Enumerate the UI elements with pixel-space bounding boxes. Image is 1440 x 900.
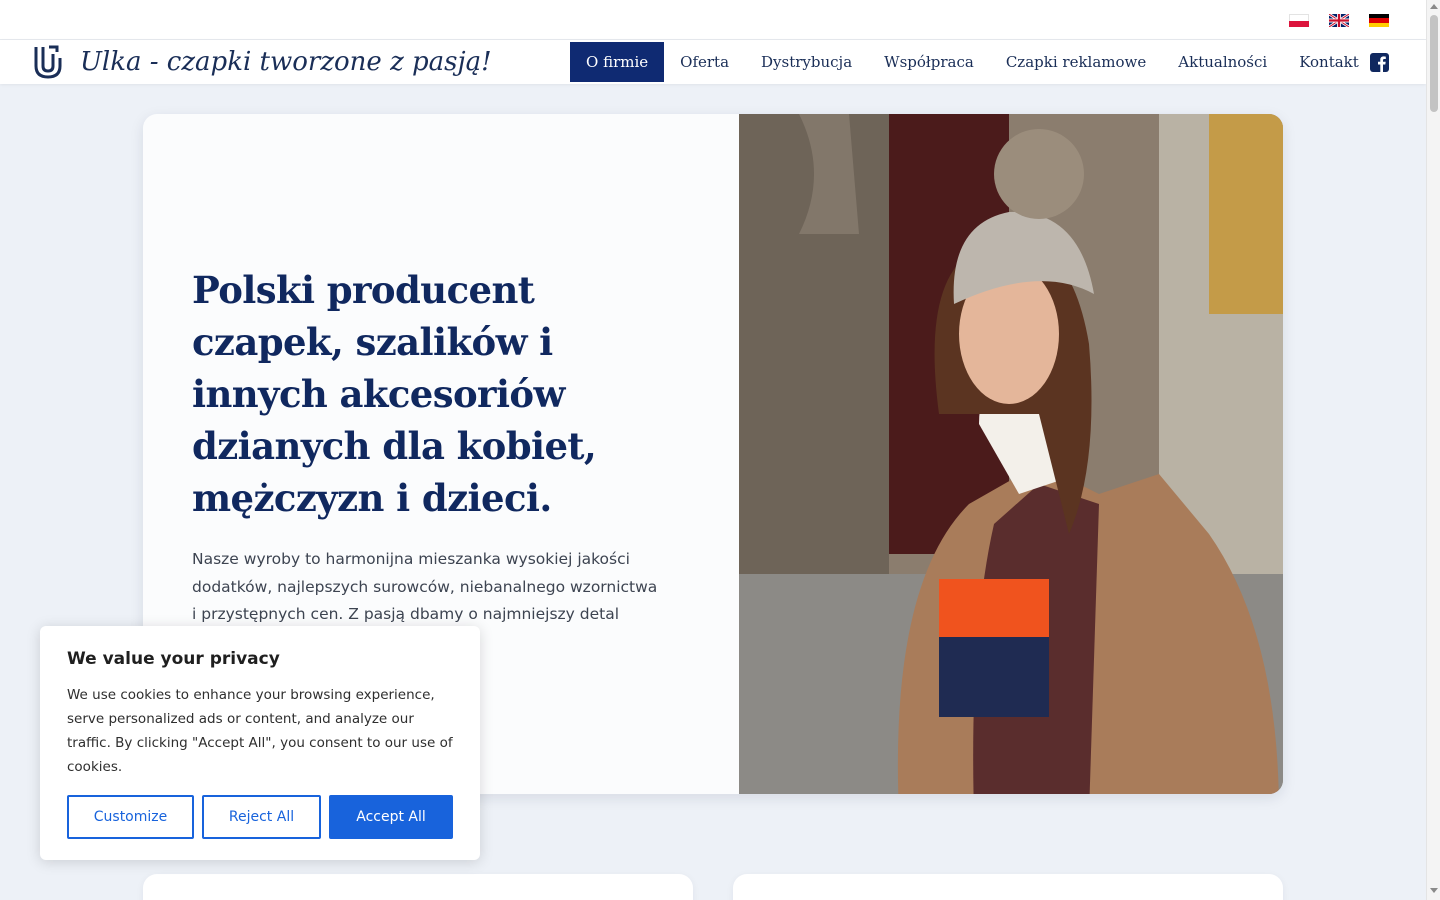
nav-kontakt[interactable]: Kontakt (1283, 42, 1375, 82)
cookie-banner-title: We value your privacy (67, 649, 280, 669)
nav-dystrybucja[interactable]: Dystrybucja (745, 42, 868, 82)
nav-wspolpraca[interactable]: Współpraca (868, 42, 990, 82)
nav-aktualnosci[interactable]: Aktualności (1162, 42, 1283, 82)
uk-flag-icon[interactable] (1329, 14, 1349, 27)
germany-flag-icon[interactable] (1369, 14, 1389, 27)
cookie-consent-banner: We value your privacy We use cookies to … (40, 626, 480, 860)
ulka-logo-icon[interactable] (33, 44, 63, 80)
nav-czapki-reklamowe[interactable]: Czapki reklamowe (990, 42, 1162, 82)
scroll-up-arrow-icon[interactable] (1430, 4, 1438, 9)
nav-o-firmie[interactable]: O firmie (570, 42, 665, 82)
language-bar (0, 0, 1426, 40)
site-tagline[interactable]: Ulka - czapki tworzone z pasją! (80, 44, 492, 80)
page-scrollbar[interactable] (1426, 0, 1440, 900)
hero-photo-woman-in-knit-hat (739, 114, 1283, 794)
feature-card (143, 874, 693, 900)
hero-text: Polski producent czapek, szalików i inny… (192, 264, 662, 686)
customize-button[interactable]: Customize (67, 795, 194, 839)
main-navbar: Ulka - czapki tworzone z pasją! O firmie… (0, 40, 1426, 84)
poland-flag-icon[interactable] (1289, 14, 1309, 27)
accept-all-button[interactable]: Accept All (329, 795, 453, 839)
feature-card (733, 874, 1283, 900)
scrollbar-thumb[interactable] (1430, 15, 1438, 112)
reject-all-button[interactable]: Reject All (202, 795, 321, 839)
facebook-icon[interactable] (1370, 53, 1389, 72)
main-menu: O firmie Oferta Dystrybucja Współpraca C… (570, 42, 1375, 82)
nav-oferta[interactable]: Oferta (664, 42, 745, 82)
hero-title: Polski producent czapek, szalików i inny… (192, 268, 597, 520)
scroll-down-arrow-icon[interactable] (1430, 888, 1438, 893)
cookie-banner-text: We use cookies to enhance your browsing … (67, 687, 453, 775)
